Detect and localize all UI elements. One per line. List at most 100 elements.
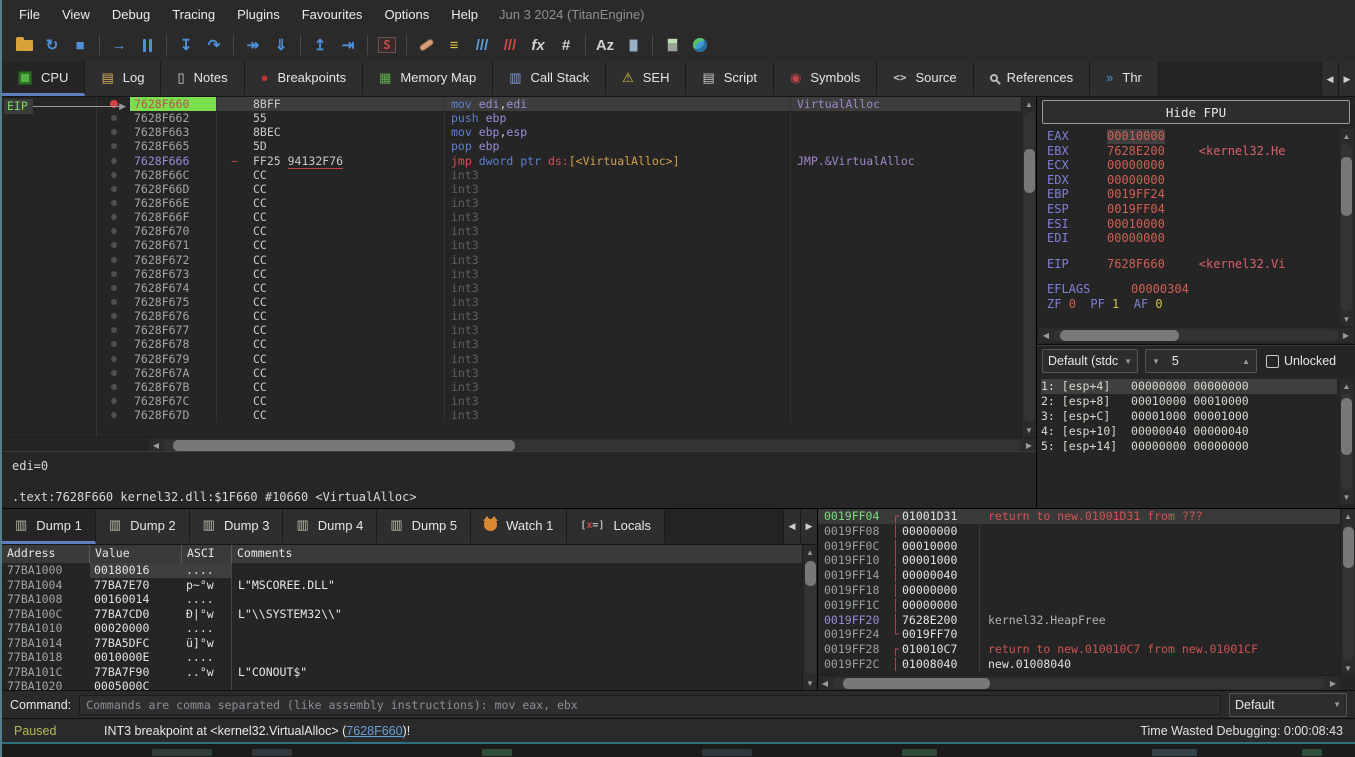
instruction-cell[interactable]: int3 — [444, 295, 790, 309]
address-cell[interactable]: 7628F663 — [130, 125, 216, 139]
stack-address-cell[interactable]: 0019FF24 — [818, 627, 892, 642]
menu-item-debug[interactable]: Debug — [101, 3, 161, 26]
dump-address-cell[interactable]: 77BA1004 — [2, 578, 90, 593]
functions-button[interactable]: fx — [524, 32, 552, 58]
dump-ascii-cell[interactable] — [182, 679, 232, 690]
comment-cell[interactable]: JMP.&VirtualAlloc — [790, 154, 1021, 168]
tab-scroll-right-icon[interactable]: ▶ — [1338, 62, 1355, 96]
stack-row[interactable]: 0019FF24└0019FF70 — [818, 627, 1340, 642]
breakpoint-gutter[interactable] — [97, 168, 130, 182]
tab-scroll-right-icon[interactable]: ▶ — [800, 509, 817, 544]
bytes-cell[interactable]: CC — [216, 224, 444, 238]
stack-address-cell[interactable]: 0019FF28 — [818, 642, 892, 657]
register-value[interactable]: 00010000 — [1107, 129, 1165, 144]
comment-cell[interactable] — [790, 366, 1021, 380]
dump-row[interactable]: 77BA100477BA7E70p~°wL"MSCOREE.DLL" — [2, 578, 817, 593]
stack-address-cell[interactable]: 0019FF08 — [818, 524, 892, 539]
dump-tab-locals[interactable]: [x=]Locals — [567, 509, 665, 544]
comment-cell[interactable] — [790, 224, 1021, 238]
dump-tab-dump-4[interactable]: ▥Dump 4 — [283, 509, 377, 544]
disasm-row[interactable]: 7628F66255push ebp — [97, 111, 1021, 125]
gutter-dot-icon[interactable] — [111, 257, 117, 263]
bytes-cell[interactable]: CC — [216, 337, 444, 351]
stack-comment-cell[interactable] — [980, 583, 1340, 598]
comment-cell[interactable] — [790, 309, 1021, 323]
stack-comment-cell[interactable] — [980, 553, 1340, 568]
address-cell[interactable]: 7628F678 — [130, 337, 216, 351]
disasm-row[interactable]: 7628F666−FF25 94132F76jmp dword ptr ds:[… — [97, 154, 1021, 168]
argument-count-spinner[interactable]: ▼ 5 ▲ — [1145, 349, 1257, 373]
disasm-row[interactable]: 7628F671CCint3 — [97, 238, 1021, 252]
stack-vscrollbar[interactable]: ▲ ▼ — [1340, 509, 1355, 675]
menu-item-help[interactable]: Help — [440, 3, 489, 26]
menu-item-view[interactable]: View — [51, 3, 101, 26]
instruction-cell[interactable]: mov edi,edi — [444, 97, 790, 111]
dump-row[interactable]: 77BA101000020000.... — [2, 621, 817, 636]
run-button[interactable]: → — [105, 32, 133, 58]
tab-cpu[interactable]: CPU — [2, 62, 85, 96]
menu-item-options[interactable]: Options — [373, 3, 440, 26]
bytes-cell[interactable]: 8BFF — [216, 97, 444, 111]
register-value[interactable]: 0019FF04 — [1107, 202, 1165, 217]
gutter-dot-icon[interactable] — [111, 172, 117, 178]
breakpoint-gutter[interactable] — [97, 352, 130, 366]
dump-tab-watch-1[interactable]: Watch 1 — [471, 509, 567, 544]
register-value[interactable]: 00000000 — [1107, 158, 1165, 173]
comment-cell[interactable] — [790, 182, 1021, 196]
dump-column-header[interactable]: Address — [2, 545, 90, 563]
hide-fpu-button[interactable]: Hide FPU — [1042, 100, 1350, 124]
dump-row[interactable]: 77BA101477BA5DFCü]°w — [2, 636, 817, 651]
scroll-left-icon[interactable]: ◀ — [818, 679, 832, 688]
bytes-cell[interactable]: −FF25 94132F76 — [216, 154, 444, 168]
disasm-row[interactable]: 7628F66DCCint3 — [97, 182, 1021, 196]
breakpoint-gutter[interactable] — [97, 139, 130, 153]
stack-address-cell[interactable]: 0019FF10 — [818, 553, 892, 568]
register-value[interactable]: 7628F660 — [1107, 257, 1165, 272]
dump-value-cell[interactable]: 00180016 — [90, 563, 182, 578]
dump-address-cell[interactable]: 77BA100C — [2, 607, 90, 622]
gutter-dot-icon[interactable] — [111, 299, 117, 305]
instruction-cell[interactable]: int3 — [444, 394, 790, 408]
scroll-down-icon[interactable]: ▼ — [1343, 490, 1351, 504]
disasm-row[interactable]: 7628F67DCCint3 — [97, 408, 1021, 422]
address-cell[interactable]: 7628F665 — [130, 139, 216, 153]
instruction-cell[interactable]: int3 — [444, 380, 790, 394]
registers-list[interactable]: EAX00010000EBX7628E200<kernel32.HeECX000… — [1047, 129, 1337, 328]
gutter-dot-icon[interactable] — [111, 228, 117, 234]
disassembly-vscrollbar[interactable]: ▲ ▼ — [1021, 97, 1036, 437]
argument-row[interactable]: 3: [esp+C] 00001000 00001000 — [1041, 409, 1337, 424]
breakpoint-gutter[interactable] — [97, 281, 130, 295]
comment-cell[interactable] — [790, 253, 1021, 267]
bytes-cell[interactable]: CC — [216, 210, 444, 224]
comment-cell[interactable] — [790, 295, 1021, 309]
scroll-left-icon[interactable]: ◀ — [149, 441, 163, 450]
breakpoint-gutter[interactable] — [97, 408, 130, 422]
disasm-row[interactable]: 7628F677CCint3 — [97, 323, 1021, 337]
comment-cell[interactable] — [790, 196, 1021, 210]
dump-address-cell[interactable]: 77BA1010 — [2, 621, 90, 636]
bytes-cell[interactable]: CC — [216, 253, 444, 267]
registers-vscrollbar[interactable]: ▲ ▼ — [1340, 129, 1353, 326]
stack-comment-cell[interactable]: return to new.010010C7 from new.01001CF — [980, 642, 1340, 657]
spinner-up-icon[interactable]: ▲ — [1242, 357, 1250, 366]
calling-convention-select[interactable]: Default (stdc ▼ — [1042, 349, 1138, 373]
scroll-up-icon[interactable]: ▲ — [1343, 129, 1351, 143]
scroll-up-icon[interactable]: ▲ — [1343, 379, 1351, 393]
strings-button[interactable]: Az — [591, 32, 619, 58]
stack-value-cell[interactable]: 00000000 — [902, 598, 980, 613]
dump-value-cell[interactable]: 77BA5DFC — [90, 636, 182, 651]
comment-cell[interactable] — [790, 139, 1021, 153]
address-cell[interactable]: 7628F66F — [130, 210, 216, 224]
comment-cell[interactable] — [790, 168, 1021, 182]
register-row[interactable]: EFLAGS00000304 — [1047, 282, 1337, 297]
tab-memory-map[interactable]: ▦Memory Map — [363, 62, 493, 96]
dump-value-cell[interactable]: 00160014 — [90, 592, 182, 607]
comment-cell[interactable] — [790, 210, 1021, 224]
disassembly-rows[interactable]: 7628F6608BFFmov edi,ediVirtualAlloc7628F… — [97, 97, 1021, 437]
breakpoint-gutter[interactable] — [97, 309, 130, 323]
bytes-cell[interactable]: CC — [216, 168, 444, 182]
gutter-dot-icon[interactable] — [111, 129, 117, 135]
run-to-user-code-button[interactable]: ⇥ — [334, 32, 362, 58]
dump-column-header[interactable]: Value — [90, 545, 182, 563]
disasm-row[interactable]: 7628F6638BECmov ebp,esp — [97, 125, 1021, 139]
